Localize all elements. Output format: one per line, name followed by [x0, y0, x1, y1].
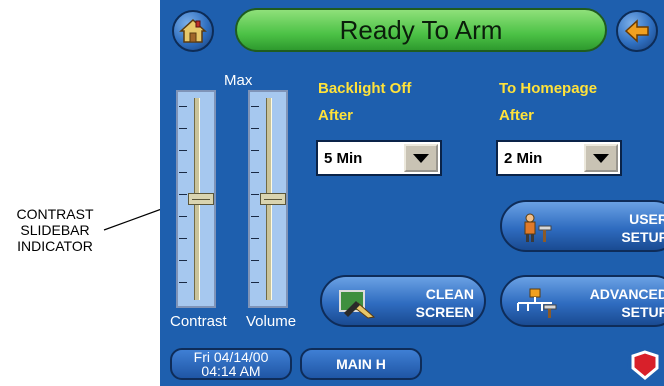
user-setup-text: USER SETUP — [621, 210, 664, 246]
tick — [179, 260, 187, 261]
homepage-value: 2 Min — [504, 150, 543, 167]
status-title-bar: Ready To Arm — [235, 8, 607, 52]
homepage-after-label: After — [499, 107, 535, 124]
house-icon — [179, 18, 207, 43]
tick — [251, 238, 259, 239]
main-home-button[interactable]: MAIN H — [300, 348, 422, 380]
advanced-setup-line-2: SETUP — [621, 304, 664, 320]
homepage-label: To Homepage — [499, 80, 598, 97]
clean-screen-text: CLEAN SCREEN — [416, 285, 474, 321]
clean-screen-icon — [339, 290, 376, 319]
tick — [251, 216, 259, 217]
network-tools-icon — [517, 288, 557, 318]
tick — [179, 106, 187, 107]
dropdown-arrow-icon[interactable] — [404, 144, 438, 172]
max-label: Max — [224, 72, 253, 89]
back-arrow-icon — [624, 19, 649, 43]
contrast-slidebar-callout: CONTRAST SLIDEBAR INDICATOR — [0, 206, 110, 254]
contrast-label: Contrast — [170, 313, 227, 330]
emergency-button[interactable] — [626, 346, 664, 384]
tick — [251, 282, 259, 283]
user-setup-line-1: USER — [629, 211, 664, 227]
tick — [251, 194, 259, 195]
clean-screen-line-2: SCREEN — [415, 304, 474, 320]
home-button[interactable] — [172, 10, 214, 52]
arm-status-title: Ready To Arm — [339, 14, 503, 45]
tick — [251, 260, 259, 261]
advanced-setup-button[interactable]: ADVANCED SETUP — [500, 275, 664, 327]
user-tools-icon — [524, 213, 552, 242]
time-text: 04:14 AM — [201, 363, 261, 379]
callout-line-3: INDICATOR — [17, 238, 93, 254]
tick — [179, 238, 187, 239]
back-button[interactable] — [616, 10, 658, 52]
callout-line-1: CONTRAST — [16, 206, 94, 222]
backlight-value: 5 Min — [324, 150, 363, 167]
touchscreen: Ready To Arm Max Contrast Volume Backlig… — [160, 0, 664, 386]
tick — [179, 282, 187, 283]
tick — [179, 194, 187, 195]
dropdown-arrow-icon[interactable] — [584, 144, 618, 172]
tick — [179, 172, 187, 173]
tick — [251, 172, 259, 173]
tick — [179, 150, 187, 151]
volume-label: Volume — [246, 313, 297, 330]
volume-slider[interactable] — [248, 90, 288, 308]
advanced-setup-line-1: ADVANCED — [589, 286, 664, 302]
clean-screen-line-1: CLEAN — [425, 286, 474, 302]
backlight-after-label: After — [318, 107, 354, 124]
contrast-slider-thumb[interactable] — [188, 193, 214, 205]
tick — [251, 150, 259, 151]
callout-line-2: SLIDEBAR — [20, 222, 90, 238]
clean-screen-button[interactable]: CLEAN SCREEN — [320, 275, 486, 327]
volume-slider-thumb[interactable] — [260, 193, 286, 205]
advanced-setup-text: ADVANCED SETUP — [590, 285, 664, 321]
main-home-label: MAIN H — [336, 356, 386, 372]
backlight-label: Backlight Off — [318, 80, 412, 97]
backlight-dropdown[interactable]: 5 Min — [316, 140, 442, 176]
tick — [179, 216, 187, 217]
datetime-button[interactable]: Fri 04/14/00 04:14 AM — [170, 348, 292, 380]
tick — [251, 128, 259, 129]
tick — [251, 106, 259, 107]
tick — [179, 128, 187, 129]
user-setup-line-2: SETUP — [621, 229, 664, 245]
user-setup-button[interactable]: USER SETUP — [500, 200, 664, 252]
contrast-slider[interactable] — [176, 90, 216, 308]
emergency-shield-icon — [627, 347, 663, 383]
homepage-dropdown[interactable]: 2 Min — [496, 140, 622, 176]
date-text: Fri 04/14/00 — [193, 349, 269, 365]
